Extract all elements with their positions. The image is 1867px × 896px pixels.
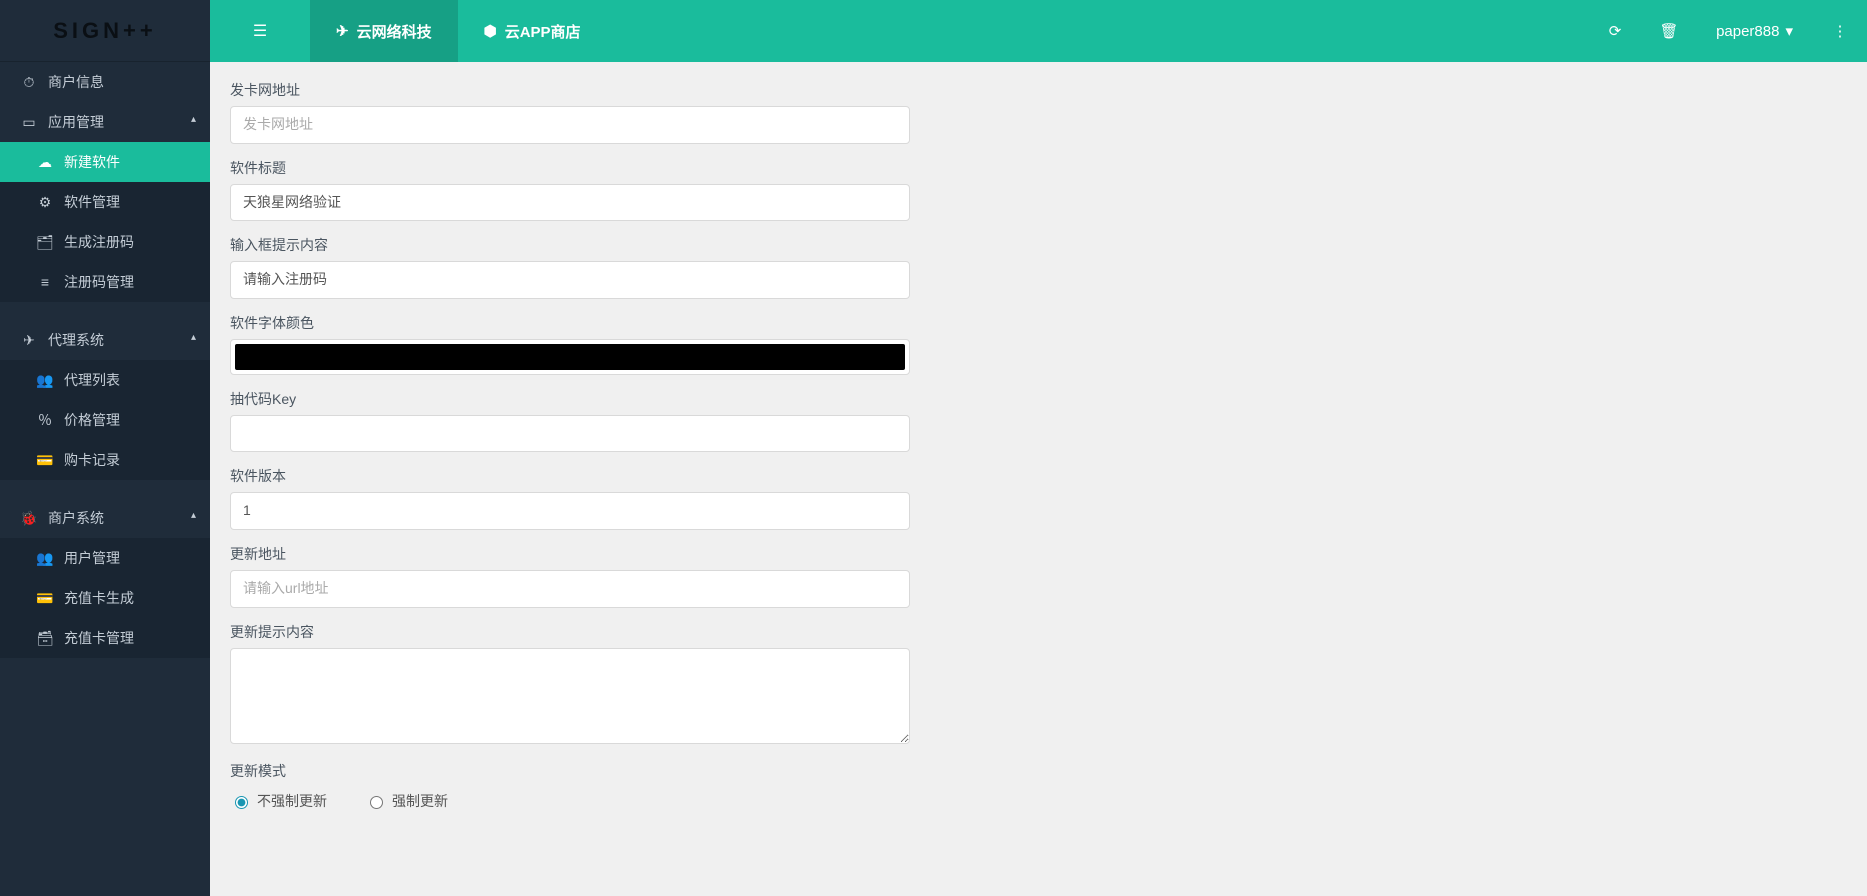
trash-button[interactable]: 🗑 bbox=[1642, 0, 1696, 62]
sidebar: SIGN++ ⏱ 商户信息 ▭ 应用管理 ▴ ☁ 新建软件 ⚙ 软件管理 bbox=[0, 0, 210, 896]
cloud-icon: ☁ bbox=[34, 154, 56, 171]
sidebar-item-software-manage[interactable]: ⚙ 软件管理 bbox=[0, 182, 210, 222]
dashboard-icon: ⏱ bbox=[18, 74, 40, 91]
sidebar-item-label: 代理系统 bbox=[48, 330, 104, 350]
label-version: 软件版本 bbox=[230, 466, 910, 486]
sidebar-item-purchase-record[interactable]: 💳 购卡记录 bbox=[0, 440, 210, 480]
window-icon: ▭ bbox=[18, 114, 40, 131]
input-update-url[interactable] bbox=[230, 570, 910, 608]
sidebar-item-label: 用户管理 bbox=[64, 548, 120, 568]
input-font-color[interactable] bbox=[230, 339, 910, 375]
sidebar-item-new-software[interactable]: ☁ 新建软件 bbox=[0, 142, 210, 182]
sidebar-item-label: 充值卡生成 bbox=[64, 588, 134, 608]
users-icon: 👥 bbox=[34, 372, 56, 389]
sidebar-item-label: 注册码管理 bbox=[64, 272, 134, 292]
label-title: 软件标题 bbox=[230, 158, 910, 178]
indent-icon: ☰ bbox=[253, 21, 267, 41]
tab-cloud-app-store[interactable]: ⬢ 云APP商店 bbox=[458, 0, 607, 62]
sidebar-item-label: 生成注册码 bbox=[64, 232, 134, 252]
color-preview bbox=[235, 344, 905, 370]
bug-icon: 🐞 bbox=[18, 510, 40, 527]
sidebar-item-label: 充值卡管理 bbox=[64, 628, 134, 648]
chevron-up-icon: ▴ bbox=[191, 114, 196, 125]
label-update-hint: 更新提示内容 bbox=[230, 622, 910, 642]
label-extract-key: 抽代码Key bbox=[230, 389, 910, 409]
sidebar-item-recharge-gen[interactable]: 💳 充值卡生成 bbox=[0, 578, 210, 618]
main: ☰ ✈ 云网络科技 ⬢ 云APP商店 ⟳ 🗑 paper888 ▾ ⋮ bbox=[210, 0, 1867, 896]
more-icon: ⋮ bbox=[1833, 22, 1848, 40]
sidebar-group-app-manage[interactable]: ▭ 应用管理 ▴ bbox=[0, 102, 210, 142]
sidebar-item-label: 软件管理 bbox=[64, 192, 120, 212]
input-extract-key[interactable] bbox=[230, 415, 910, 453]
input-update-hint[interactable] bbox=[230, 648, 910, 744]
radio-label: 不强制更新 bbox=[257, 791, 327, 811]
radio-group-update-mode: 不强制更新 强制更新 bbox=[230, 787, 910, 811]
chevron-up-icon: ▴ bbox=[191, 510, 196, 521]
user-menu[interactable]: paper888 ▾ bbox=[1696, 0, 1813, 62]
input-input-hint[interactable] bbox=[230, 261, 910, 299]
dropbox-icon: ⬢ bbox=[484, 22, 497, 40]
sidebar-item-label: 新建软件 bbox=[64, 152, 120, 172]
input-version[interactable] bbox=[230, 492, 910, 530]
radio-force-update[interactable]: 强制更新 bbox=[365, 791, 448, 811]
logo-text: SIGN++ bbox=[53, 18, 156, 44]
input-title[interactable] bbox=[230, 184, 910, 222]
topbar: ☰ ✈ 云网络科技 ⬢ 云APP商店 ⟳ 🗑 paper888 ▾ ⋮ bbox=[210, 0, 1867, 62]
sidebar-item-label: 购卡记录 bbox=[64, 450, 120, 470]
sidebar-item-label: 商户信息 bbox=[48, 72, 104, 92]
label-input-hint: 输入框提示内容 bbox=[230, 235, 910, 255]
refresh-button[interactable]: ⟳ bbox=[1588, 0, 1642, 62]
id-icon: 🗂 bbox=[34, 234, 56, 251]
paper-plane-icon: ✈ bbox=[336, 22, 349, 40]
chevron-up-icon: ▴ bbox=[191, 332, 196, 343]
sidebar-item-user-manage[interactable]: 👥 用户管理 bbox=[0, 538, 210, 578]
cogs-icon: ⚙ bbox=[34, 194, 56, 211]
caret-down-icon: ▾ bbox=[1785, 22, 1793, 40]
toggle-sidebar-button[interactable]: ☰ bbox=[210, 0, 310, 62]
radio-input[interactable] bbox=[235, 796, 248, 809]
tab-label: 云APP商店 bbox=[505, 21, 581, 42]
sidebar-item-regcode-manage[interactable]: ≡ 注册码管理 bbox=[0, 262, 210, 302]
label-card-url: 发卡网地址 bbox=[230, 80, 910, 100]
card-icon: 💳 bbox=[34, 452, 56, 469]
form: 发卡网地址 软件标题 输入框提示内容 软件字体颜色 bbox=[230, 80, 910, 811]
sidebar-group-merchant[interactable]: 🐞 商户系统 ▴ bbox=[0, 498, 210, 538]
sidebar-item-merchant-info[interactable]: ⏱ 商户信息 bbox=[0, 62, 210, 102]
label-update-mode: 更新模式 bbox=[230, 761, 910, 781]
sidebar-item-label: 应用管理 bbox=[48, 112, 104, 132]
sidebar-item-label: 价格管理 bbox=[64, 410, 120, 430]
logo: SIGN++ bbox=[0, 0, 210, 62]
radio-input[interactable] bbox=[370, 796, 383, 809]
tab-label: 云网络科技 bbox=[357, 21, 432, 42]
sidebar-item-label: 代理列表 bbox=[64, 370, 120, 390]
content: 发卡网地址 软件标题 输入框提示内容 软件字体颜色 bbox=[210, 62, 1867, 896]
percent-icon: ％ bbox=[34, 410, 56, 430]
radio-no-force-update[interactable]: 不强制更新 bbox=[230, 791, 327, 811]
users-icon: 👥 bbox=[34, 550, 56, 567]
sidebar-item-agent-list[interactable]: 👥 代理列表 bbox=[0, 360, 210, 400]
refresh-icon: ⟳ bbox=[1609, 22, 1622, 40]
sidebar-group-agent[interactable]: ✈ 代理系统 ▴ bbox=[0, 320, 210, 360]
cards-icon: 🗃 bbox=[34, 630, 56, 647]
sidebar-item-gen-regcode[interactable]: 🗂 生成注册码 bbox=[0, 222, 210, 262]
label-font-color: 软件字体颜色 bbox=[230, 313, 910, 333]
tab-cloud-network[interactable]: ✈ 云网络科技 bbox=[310, 0, 458, 62]
paper-plane-icon: ✈ bbox=[18, 332, 40, 349]
radio-label: 强制更新 bbox=[392, 791, 448, 811]
card-icon: 💳 bbox=[34, 590, 56, 607]
trash-icon: 🗑 bbox=[1660, 22, 1679, 40]
sidebar-item-price-manage[interactable]: ％ 价格管理 bbox=[0, 400, 210, 440]
list-icon: ≡ bbox=[34, 274, 56, 290]
username: paper888 bbox=[1716, 23, 1779, 40]
input-card-url[interactable] bbox=[230, 106, 910, 144]
sidebar-item-recharge-manage[interactable]: 🗃 充值卡管理 bbox=[0, 618, 210, 658]
label-update-url: 更新地址 bbox=[230, 544, 910, 564]
more-button[interactable]: ⋮ bbox=[1813, 0, 1867, 62]
sidebar-item-label: 商户系统 bbox=[48, 508, 104, 528]
